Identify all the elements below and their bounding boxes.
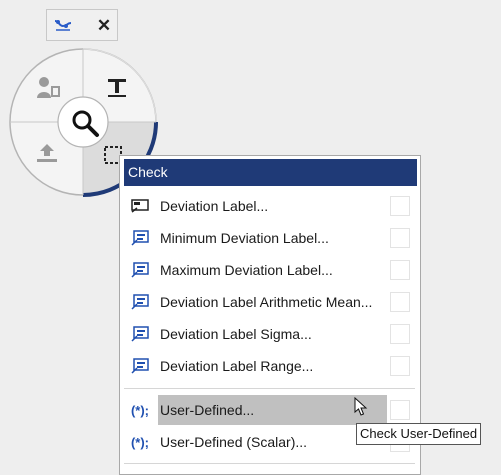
menu-item-minimum-deviation-label[interactable]: Minimum Deviation Label... [124,223,414,253]
deviation-label-icon [130,197,150,215]
menu-item-sigma-label[interactable]: Deviation Label Sigma... [124,319,414,349]
export-icon[interactable] [35,142,59,169]
menu-item-user-defined[interactable]: (*); User-Defined... [124,395,414,425]
tooltip: Check User-Defined [356,423,482,445]
menu-separator [124,388,415,389]
max-deviation-label-icon [130,261,150,279]
menu-header: Check [124,159,417,186]
checkbox[interactable] [390,292,410,312]
menu-item-maximum-deviation-label[interactable]: Maximum Deviation Label... [124,255,414,285]
menu-item-arithmetic-mean-label[interactable]: Deviation Label Arithmetic Mean... [124,287,414,317]
script-icon: (*); [130,434,150,450]
checkbox[interactable] [390,228,410,248]
search-icon[interactable] [70,108,100,143]
min-deviation-label-icon [130,229,150,247]
user-settings-icon[interactable] [36,75,64,106]
script-icon: (*); [130,402,150,418]
menu-separator [124,463,415,464]
checkbox[interactable] [390,324,410,344]
arithmetic-mean-label-icon [130,293,150,311]
checkbox[interactable] [390,260,410,280]
menu-item-deviation-label[interactable]: Deviation Label... [124,191,414,221]
mouse-cursor-icon [354,397,368,416]
sigma-label-icon [130,325,150,343]
checkbox[interactable] [390,400,410,420]
checkbox[interactable] [390,356,410,376]
checkbox[interactable] [390,196,410,216]
menu-item-range-label[interactable]: Deviation Label Range... [124,351,414,381]
range-label-icon [130,357,150,375]
text-icon[interactable] [106,78,128,103]
